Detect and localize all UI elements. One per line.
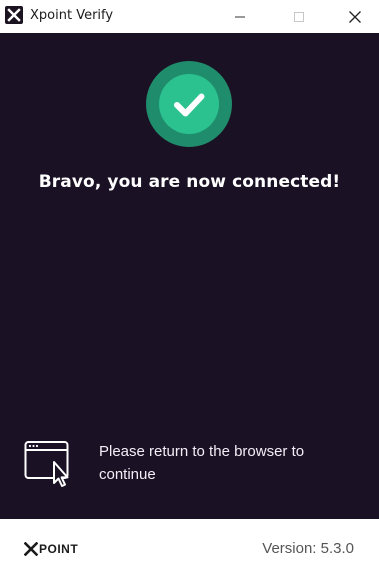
window-title: Xpoint Verify <box>30 8 114 23</box>
logo-wordmark: POINT <box>39 542 79 556</box>
close-icon <box>349 10 361 23</box>
close-button[interactable] <box>332 0 378 33</box>
app-icon <box>5 6 23 24</box>
title-bar[interactable]: Xpoint Verify <box>0 0 379 33</box>
connected-message: Bravo, you are now connected! <box>38 172 341 192</box>
x-logo-icon <box>24 542 38 556</box>
maximize-button[interactable] <box>276 0 322 33</box>
version-label: Version: 5.3.0 <box>262 540 354 557</box>
footer: POINT Version: 5.3.0 <box>0 519 379 577</box>
minimize-icon <box>235 16 245 17</box>
xpoint-logo: POINT <box>24 542 78 556</box>
return-to-browser-hint: Please return to the browser to continue <box>99 443 305 483</box>
maximize-icon <box>294 11 304 22</box>
check-circle-icon <box>146 61 232 147</box>
app-window: Xpoint Verify Bravo, you are now connect… <box>0 0 379 577</box>
browser-window-icon <box>24 441 69 487</box>
minimize-button[interactable] <box>217 0 263 33</box>
main-content: Bravo, you are now connected! Please ret… <box>0 33 379 519</box>
